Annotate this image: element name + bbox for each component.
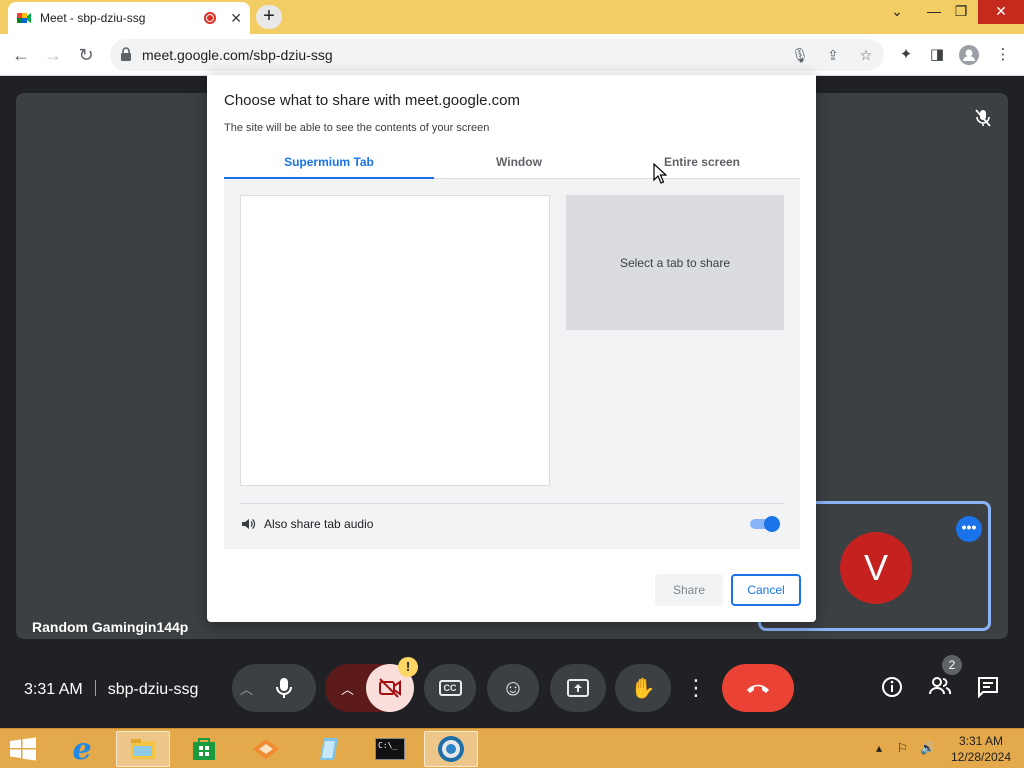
- end-call-icon: [747, 684, 769, 693]
- meeting-info: 3:31 AM sbp-dziu-ssg: [24, 680, 198, 699]
- meeting-time: 3:31 AM: [24, 681, 83, 698]
- video-options-chevron-icon[interactable]: ︿: [341, 679, 354, 698]
- restore-icon[interactable]: ❐: [944, 0, 978, 24]
- camera-off-icon: [379, 678, 401, 698]
- mouse-cursor-icon: [653, 163, 667, 184]
- meeting-code: sbp-dziu-ssg: [107, 681, 199, 698]
- browser-tab-meet[interactable]: Meet - sbp-dziu-ssg ✕: [8, 2, 250, 34]
- participant-more-options-icon[interactable]: •••: [956, 516, 982, 542]
- tab-window[interactable]: Window: [414, 155, 624, 179]
- show-hidden-icons-icon[interactable]: ▴: [876, 741, 882, 755]
- more-options-button[interactable]: ⋮: [681, 664, 711, 712]
- tab-preview: Select a tab to share: [566, 195, 784, 330]
- share-screen-dialog: Choose what to share with meet.google.co…: [207, 75, 816, 622]
- back-arrow-icon[interactable]: ←: [10, 44, 32, 66]
- window-close-icon[interactable]: ✕: [978, 0, 1024, 24]
- google-meet-icon: [17, 13, 31, 23]
- recording-indicator-icon: [204, 12, 217, 24]
- present-screen-button[interactable]: [550, 664, 606, 712]
- cancel-button[interactable]: Cancel: [731, 574, 801, 606]
- url-text: meet.google.com/sbp-dziu-ssg: [142, 47, 333, 63]
- notepad-taskbar-icon[interactable]: [301, 731, 355, 767]
- microphone-button[interactable]: [260, 664, 308, 712]
- extensions-icon[interactable]: ✦: [895, 44, 917, 66]
- clock-time: 3:31 AM: [958, 734, 1004, 748]
- bookmark-star-icon[interactable]: ☆: [856, 45, 876, 65]
- audio-options-chevron-icon[interactable]: ︿: [240, 679, 253, 698]
- store-taskbar-icon[interactable]: [177, 731, 231, 767]
- file-explorer-taskbar-icon[interactable]: [116, 731, 170, 767]
- toggle-knob: [764, 516, 780, 532]
- meet-controls-bar: 3:31 AM sbp-dziu-ssg ︿ ︿ ! CC ☺ ✋ ⋮ 2: [0, 649, 1024, 729]
- tab-list[interactable]: [240, 195, 550, 486]
- warning-badge: !: [398, 657, 418, 677]
- participant-count-badge: 2: [942, 655, 962, 675]
- chat-icon[interactable]: [975, 676, 1001, 702]
- presenter-name: Random Gamingin144p: [32, 619, 189, 635]
- hand-icon: ✋: [630, 677, 656, 700]
- tab-close-icon[interactable]: ✕: [230, 10, 242, 27]
- lock-icon: [121, 47, 131, 61]
- tab-title: Meet - sbp-dziu-ssg: [40, 11, 146, 25]
- captions-button[interactable]: CC: [424, 664, 476, 712]
- more-vert-icon: ⋮: [685, 675, 707, 700]
- meeting-details-icon[interactable]: [879, 676, 905, 702]
- share-picker-body: Select a tab to share Also share tab aud…: [224, 179, 800, 549]
- command-prompt-taskbar-icon[interactable]: C:\_: [363, 731, 417, 767]
- share-audio-label: Also share tab audio: [264, 517, 374, 531]
- clock-date: 12/28/2024: [950, 750, 1012, 764]
- microphone-icon: [276, 678, 292, 698]
- action-center-flag-icon[interactable]: ⚐: [897, 741, 908, 755]
- profile-avatar-icon[interactable]: [958, 44, 980, 66]
- emoji-reaction-button[interactable]: ☺: [487, 664, 539, 712]
- dialog-subtitle: The site will be able to see the content…: [224, 122, 490, 134]
- supermium-browser-taskbar-icon[interactable]: [424, 731, 478, 767]
- share-button[interactable]: Share: [655, 574, 723, 606]
- divider: [94, 680, 96, 696]
- browser-menu-icon[interactable]: ⋮: [992, 44, 1014, 66]
- speaker-icon: [242, 519, 256, 529]
- leave-call-button[interactable]: [722, 664, 794, 712]
- new-tab-button[interactable]: +: [256, 5, 282, 29]
- address-bar[interactable]: meet.google.com/sbp-dziu-ssg 🎙 ⇪ ☆: [110, 39, 884, 71]
- app-taskbar-icon[interactable]: [239, 731, 293, 767]
- raise-hand-button[interactable]: ✋: [615, 664, 671, 712]
- present-screen-icon: [567, 679, 589, 697]
- reload-icon[interactable]: ↻: [75, 44, 97, 66]
- microphone-icon[interactable]: 🎙: [790, 45, 810, 65]
- share-source-tabs: Supermium Tab Window Entire screen: [224, 151, 800, 179]
- emoji-icon: ☺: [501, 675, 525, 700]
- share-page-icon[interactable]: ⇪: [823, 45, 843, 65]
- browser-tabstrip: Meet - sbp-dziu-ssg ✕ + ⌄ — ❐ ✕: [0, 0, 1024, 34]
- internet-explorer-taskbar-icon[interactable]: e: [55, 731, 109, 767]
- side-panel-icon[interactable]: ◨: [926, 44, 948, 66]
- windows-taskbar: e C:\_ ▴ ⚐ 🔊 3:31 AM 12/28/2024: [0, 728, 1024, 768]
- microphone-control: ︿: [232, 664, 316, 712]
- windows-start-icon[interactable]: [8, 737, 38, 761]
- dialog-title: Choose what to share with meet.google.co…: [224, 92, 520, 109]
- volume-icon[interactable]: 🔊: [920, 741, 935, 755]
- taskbar-clock[interactable]: 3:31 AM 12/28/2024: [950, 733, 1012, 765]
- muted-mic-icon: [975, 109, 991, 127]
- tab-entire-screen[interactable]: Entire screen: [597, 155, 807, 179]
- tab-search-chevron-icon[interactable]: ⌄: [880, 0, 914, 24]
- browser-toolbar: ← → ↻ meet.google.com/sbp-dziu-ssg 🎙 ⇪ ☆…: [0, 34, 1024, 76]
- share-audio-row: Also share tab audio: [240, 503, 784, 543]
- share-audio-toggle[interactable]: [750, 516, 780, 532]
- forward-arrow-icon[interactable]: →: [42, 44, 64, 66]
- tab-supermium-tab[interactable]: Supermium Tab: [224, 155, 434, 179]
- participant-avatar: V: [840, 532, 912, 604]
- people-icon[interactable]: [927, 676, 953, 702]
- preview-placeholder-text: Select a tab to share: [619, 255, 731, 270]
- captions-icon: CC: [438, 680, 462, 696]
